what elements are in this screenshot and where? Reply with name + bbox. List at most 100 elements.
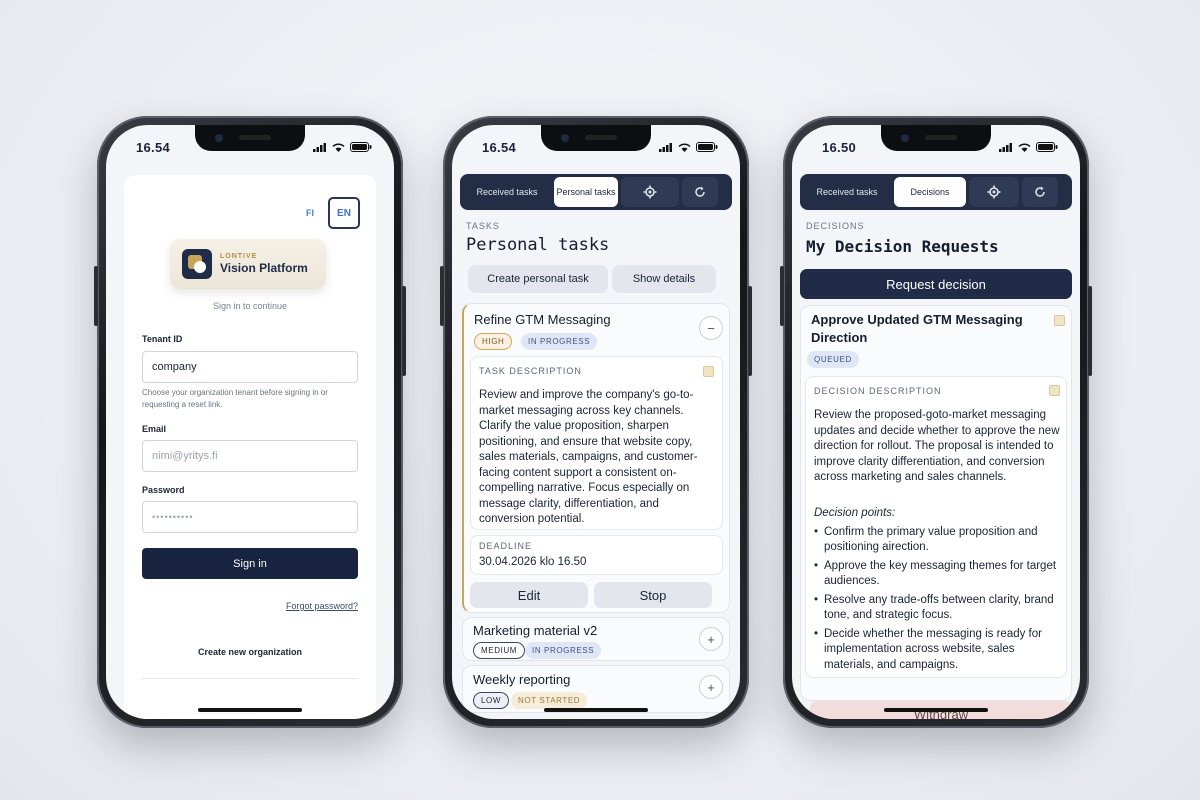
tab-received-tasks[interactable]: Received tasks [803,177,891,207]
show-details-button[interactable]: Show details [612,265,716,293]
screen: 16.54 FI EN LONTIVE Vision Platform Sign… [106,125,394,719]
task-card[interactable]: Marketing material v2 MEDIUM IN PROGRESS… [462,617,730,661]
home-indicator [544,708,648,712]
signin-button[interactable]: Sign in [142,548,358,579]
page-title: My Decision Requests [806,237,999,256]
battery-icon [350,142,372,152]
signal-icon [659,142,672,152]
expand-button[interactable]: + [699,627,723,651]
tab-refresh[interactable] [1022,177,1058,207]
wifi-icon [1018,143,1031,152]
collapse-button[interactable]: − [699,316,723,340]
task-description-box: TASK DESCRIPTION Review and improve the … [470,356,723,530]
password-label: Password [142,485,185,495]
wifi-icon [332,143,345,152]
task-card[interactable]: Refine GTM Messaging HIGH IN PROGRESS − … [462,303,730,613]
tenant-label: Tenant ID [142,334,183,344]
logo-icon [182,249,212,279]
decision-point: Resolve any trade-offs between clarity, … [814,593,1060,624]
decision-description: Review the proposed-goto-market messagin… [814,409,1060,483]
tab-bar: Received tasks Personal tasks [460,174,732,210]
email-input[interactable]: nimi@yritys.fi [142,440,358,472]
tab-decisions[interactable]: Decisions [894,177,966,207]
decision-points: Decision points: Confirm the primary val… [814,506,1060,676]
lang-fi-button[interactable]: FI [298,208,322,218]
section-label: DECISIONS [806,221,865,231]
status-badge: IN PROGRESS [525,642,602,659]
priority-badge: HIGH [474,333,513,350]
task-title: Refine GTM Messaging [474,312,611,327]
tab-settings[interactable] [969,177,1019,207]
notch [541,125,651,151]
phone-login: 16.54 FI EN LONTIVE Vision Platform Sign… [94,116,406,728]
decision-description-box: DECISION DESCRIPTION Review the proposed… [805,376,1067,678]
edit-icon[interactable] [1054,315,1065,326]
tab-bar: Received tasks Decisions [800,174,1072,210]
signal-icon [313,142,326,152]
battery-icon [696,142,718,152]
lang-en-button[interactable]: EN [328,197,360,229]
page-title: Personal tasks [466,235,610,255]
gear-icon [987,185,1001,199]
decision-point: Decide whether the messaging is ready fo… [814,627,1060,674]
notch [195,125,305,151]
home-indicator [198,708,302,712]
clock: 16.54 [482,139,517,155]
task-title: Marketing material v2 [473,623,598,638]
tenant-hint: Choose your organization tenant before s… [142,388,328,409]
home-indicator [884,708,988,712]
battery-icon [1036,142,1058,152]
task-description: Review and improve the company's go-to-m… [479,389,698,525]
screen: 16.54 Received tasks Personal tasks TASK… [452,125,740,719]
email-label: Email [142,424,167,434]
deadline-label: DEADLINE [479,541,533,551]
decision-points-label: Decision points: [814,507,896,519]
divider [142,678,358,679]
edit-icon[interactable] [1049,385,1060,396]
status-badge: NOT STARTED [511,692,588,709]
decision-point: Confirm the primary value proposition an… [814,525,1060,556]
refresh-icon [1035,186,1045,197]
signin-subtitle: Sign in to continue [212,301,288,311]
screen: 16.50 Received tasks Decisions DECISIONS… [792,125,1080,719]
deadline-box: DEADLINE 30.04.2026 klo 16.50 [470,535,723,575]
create-organization-link[interactable]: Create new organization [124,647,376,657]
decision-point: Approve the key messaging themes for tar… [814,559,1060,590]
clock: 16.50 [822,139,857,155]
gear-icon [643,185,657,199]
status-badge: IN PROGRESS [521,333,598,350]
language-switch: FI EN [298,197,360,229]
phone-decisions: 16.50 Received tasks Decisions DECISIONS… [780,116,1092,728]
phone-tasks: 16.54 Received tasks Personal tasks TASK… [440,116,752,728]
decision-title: Approve Updated GTM Messaging Direction [811,312,1023,345]
login-card: FI EN LONTIVE Vision Platform Sign in to… [124,175,376,719]
status-badge: QUEUED [807,351,859,368]
notch [881,125,991,151]
priority-badge: MEDIUM [473,642,526,659]
priority-badge: LOW [473,692,510,709]
description-label: TASK DESCRIPTION [479,366,582,376]
request-decision-button[interactable]: Request decision [800,269,1072,299]
password-input[interactable]: •••••••••• [142,501,358,533]
edit-icon[interactable] [703,366,714,377]
stop-button[interactable]: Stop [594,582,712,608]
brand-small: LONTIVE [220,253,258,260]
tab-settings[interactable] [621,177,679,207]
task-card[interactable]: Weekly reporting LOW NOT STARTED + [462,665,730,713]
tab-received-tasks[interactable]: Received tasks [463,177,551,207]
brand-logo: LONTIVE Vision Platform [170,239,326,289]
tab-personal-tasks[interactable]: Personal tasks [554,177,618,207]
wifi-icon [678,143,691,152]
forgot-password-link[interactable]: Forgot password? [286,601,358,611]
create-personal-task-button[interactable]: Create personal task [468,265,608,293]
expand-button[interactable]: + [699,675,723,699]
tab-refresh[interactable] [682,177,718,207]
task-title: Weekly reporting [473,672,571,687]
edit-button[interactable]: Edit [470,582,588,608]
section-label: TASKS [466,221,500,231]
clock: 16.54 [136,139,171,155]
decision-card[interactable]: Approve Updated GTM Messaging Direction … [800,305,1072,701]
tenant-input[interactable]: company [142,351,358,383]
signal-icon [999,142,1012,152]
deadline-value: 30.04.2026 klo 16.50 [479,556,587,568]
